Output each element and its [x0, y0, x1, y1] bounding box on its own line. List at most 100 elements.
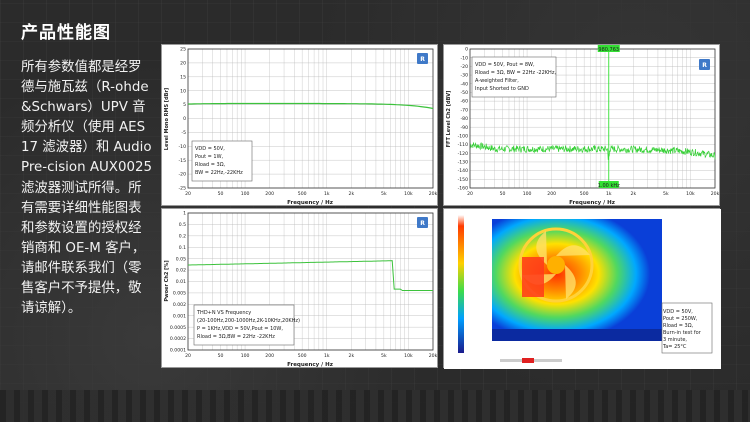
bl-xtick-label: 1k [324, 353, 330, 359]
bl-legend-1: THD+N VS Frequency [196, 310, 251, 316]
marker-top-label: 980.763 [598, 47, 619, 53]
bl-ytick-label: 0.1 [179, 245, 186, 251]
svg-text:R: R [702, 62, 707, 69]
tr-ytick-label: -100 [458, 133, 469, 139]
tl-ytick-label: 25 [180, 47, 186, 53]
thd-n-chart: 1 0.5 0.2 0.1 0.05 0.02 0.01 0.005 0.002 0.001 0.0… [161, 208, 438, 368]
rs-logo-icon: R [417, 53, 428, 64]
tr-legend-2: Rload = 3Ω, BW = 22Hz -22KHz, [475, 70, 556, 76]
tr-ytick-label: -90 [460, 125, 468, 131]
bl-xtick-label: 100 [241, 353, 250, 359]
tr-xlabel: Frequency / Hz [569, 200, 615, 206]
bl-xtick-label: 10k [404, 353, 413, 359]
bl-legend-4: Rload = 3Ω,BW = 22Hz -22KHz [197, 334, 275, 340]
thermal-legend-5: 3 minute, [663, 337, 687, 343]
bl-xtick-label: 20k [429, 353, 438, 359]
bl-legend-3: P = 1KHz,VDD = 50V,Pout = 10W, [197, 326, 283, 332]
bl-ytick-label: 0.0005 [170, 325, 186, 331]
tl-legend-2: Pout = 1W, [195, 154, 224, 160]
bl-ytick-label: 0.0002 [170, 336, 186, 342]
tr-legend-1: VDD = 50V, Pout = 8W, [475, 62, 535, 68]
bl-ytick-label: 0.005 [173, 291, 186, 297]
tl-ytick-label: -15 [178, 158, 186, 164]
tr-ytick-label: -160 [458, 186, 469, 192]
tl-xtick-label: 2k [349, 191, 355, 197]
tl-ytick-label: 5 [183, 102, 186, 108]
bl-xtick-label: 500 [298, 353, 307, 359]
thermal-legend-1: VDD = 50V, [663, 309, 693, 315]
bl-ytick-label: 0.02 [176, 268, 186, 274]
bl-ytick-label: 0.0001 [170, 348, 186, 354]
bl-xtick-label: 2k [349, 353, 355, 359]
fft-noise-chart: 980.763 1.00 kHz 0 -10 -20 -30 -40 -50 -60 -70 -… [443, 44, 720, 206]
svg-text:R: R [420, 220, 425, 227]
tr-xtick-label: 2k [631, 191, 637, 197]
tr-xtick-label: 200 [547, 191, 556, 197]
tl-legend-3: Rload = 3Ω, [195, 162, 226, 168]
tr-ytick-label: -40 [460, 81, 468, 87]
frequency-response-curve [188, 102, 434, 110]
tr-ytick-label: -140 [458, 168, 469, 174]
thd-n-curve [188, 260, 433, 291]
tr-ytick-label: -70 [460, 107, 468, 113]
bl-ylabel: Pwoer Ch2 [%] [164, 260, 170, 301]
tl-xtick-label: 1k [324, 191, 330, 197]
bl-xtick-label: 20 [185, 353, 191, 359]
tr-ytick-label: 0 [465, 47, 468, 53]
thermal-image: VDD = 50V, Pout = 250W, Rload = 3Ω, Burn… [443, 208, 721, 369]
tl-ytick-label: -20 [178, 172, 186, 178]
tr-ytick-label: -80 [460, 116, 468, 122]
tr-ytick-label: -50 [460, 90, 468, 96]
thermal-legend-6: Ta= 25°C [662, 344, 687, 350]
bl-legend-2: (20-100Hz,200-1000Hz,2K-10KHz,20KHz) [197, 318, 300, 324]
thermal-legend-2: Pout = 250W, [663, 316, 698, 322]
fft-noise-curve [469, 142, 716, 160]
tl-ytick-label: 10 [180, 88, 186, 94]
tr-ylabel: FFT Level Ch2 [dBV] [446, 91, 452, 148]
tl-xtick-label: 50 [218, 191, 224, 197]
page-title: 产品性能图 [21, 23, 111, 43]
tl-ytick-label: 0 [183, 116, 186, 122]
tr-ytick-label: -110 [458, 142, 469, 148]
tr-legend-3: A-weighted Filter, [475, 78, 519, 84]
tr-xtick-label: 20k [711, 191, 720, 197]
temperature-scale-bar [458, 215, 464, 353]
tr-xtick-label: 500 [580, 191, 589, 197]
tr-xtick-label: 1k [606, 191, 612, 197]
tl-xtick-label: 5k [381, 191, 387, 197]
bl-xtick-label: 50 [218, 353, 224, 359]
bl-ytick-label: 0.001 [173, 313, 186, 319]
tr-ytick-label: -30 [460, 73, 468, 79]
bl-ytick-label: 1 [183, 211, 186, 217]
tr-xtick-label: 50 [500, 191, 506, 197]
bl-xlabel: Frequency / Hz [287, 362, 333, 368]
tr-xtick-label: 20 [467, 191, 473, 197]
tl-xtick-label: 10k [404, 191, 413, 197]
tr-xtick-label: 5k [663, 191, 669, 197]
bl-ytick-label: 0.5 [179, 222, 186, 228]
tr-ytick-label: -20 [460, 64, 468, 70]
tl-ytick-label: 20 [180, 61, 186, 67]
tl-ytick-label: 15 [180, 74, 186, 80]
rs-logo-icon: R [417, 217, 428, 228]
bl-ytick-label: 0.002 [173, 302, 186, 308]
bl-xtick-label: 200 [265, 353, 274, 359]
page-description: 所有参数值都是经罗德与施瓦兹（R-ohde&Schwars）UPV 音频分析仪（… [21, 60, 153, 317]
tl-ytick-label: -5 [181, 130, 186, 136]
tr-ytick-label: -10 [460, 55, 468, 61]
tr-ytick-label: -150 [458, 177, 469, 183]
tl-xtick-label: 20 [185, 191, 191, 197]
tl-ytick-label: -10 [178, 144, 186, 150]
decorative-footer-strip [0, 390, 750, 422]
tl-xtick-label: 200 [265, 191, 274, 197]
bl-ytick-label: 0.01 [176, 279, 186, 285]
bl-ytick-label: 0.05 [176, 256, 186, 262]
svg-text:R: R [420, 56, 425, 63]
tr-ytick-label: -130 [458, 160, 469, 166]
thermal-legend-4: Burn-in test for [663, 330, 702, 336]
tl-xtick-label: 500 [298, 191, 307, 197]
tl-xtick-label: 100 [241, 191, 250, 197]
tr-xtick-label: 10k [686, 191, 695, 197]
tl-ytick-label: -25 [178, 186, 186, 192]
tr-ytick-label: -120 [458, 151, 469, 157]
